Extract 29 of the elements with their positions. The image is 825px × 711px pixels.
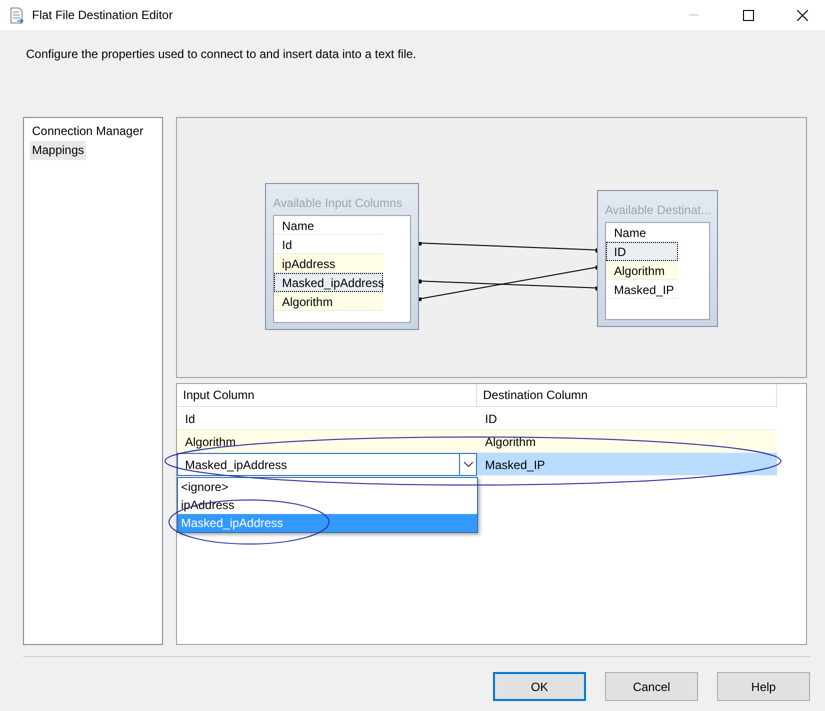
table-cell: Algorithm xyxy=(177,430,477,453)
sidebar-item[interactable]: Connection Manager xyxy=(30,122,146,141)
table-cell: Algorithm xyxy=(477,430,777,453)
description-text: Configure the properties used to connect to and insert data into a text file. xyxy=(26,47,416,61)
column-item[interactable]: Algorithm xyxy=(606,261,678,280)
sidebar-item[interactable]: Mappings xyxy=(30,141,86,160)
document-icon xyxy=(10,6,24,24)
grid-row[interactable]: Id ID xyxy=(177,407,806,430)
grid-row[interactable]: Masked_ipAddress Masked_IP xyxy=(177,453,806,476)
table-cell: Masked_IP xyxy=(477,453,777,476)
minimize-icon xyxy=(689,14,699,16)
window-title: Flat File Destination Editor xyxy=(32,8,174,22)
dialog-button[interactable]: Cancel xyxy=(605,672,698,701)
maximize-icon xyxy=(742,10,754,20)
node-title: Available Input Columns xyxy=(273,195,404,212)
dropdown-option[interactable]: <ignore> xyxy=(178,478,477,496)
grid-row[interactable]: Algorithm Algorithm xyxy=(177,430,806,453)
dialog-button[interactable]: OK xyxy=(493,672,586,701)
column-item[interactable]: Masked_ipAddress xyxy=(274,273,383,292)
input-column-combo[interactable]: Masked_ipAddress xyxy=(177,453,477,476)
column-item[interactable]: ipAddress xyxy=(274,254,383,273)
dropdown-arrow-icon[interactable] xyxy=(459,454,476,475)
dialog-button[interactable]: Help xyxy=(717,672,810,701)
column-list-node[interactable]: Available Destinat... Name ID Algorithm Masked_IP xyxy=(597,190,718,327)
column-item[interactable]: ID xyxy=(606,242,678,261)
node-title: Available Destinat... xyxy=(605,202,710,219)
close-icon xyxy=(796,10,808,20)
column-item[interactable]: Algorithm xyxy=(274,292,383,311)
column-list-node[interactable]: Available Input Columns Name Id ipAddress Masked_ipAddress Algorithm xyxy=(265,183,419,330)
